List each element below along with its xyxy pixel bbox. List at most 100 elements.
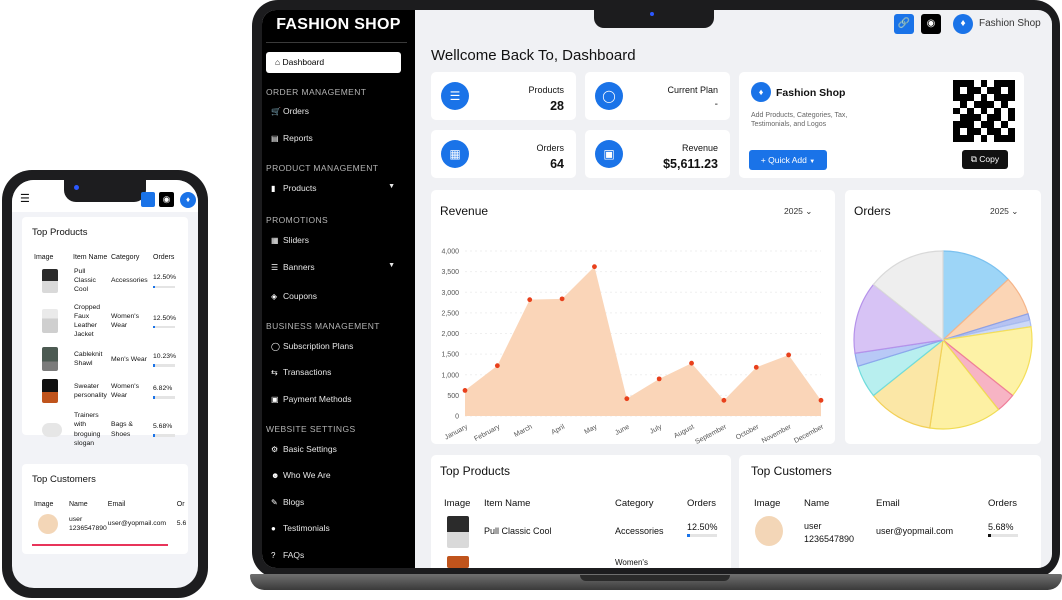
table-row[interactable]: Trainers with broguing slogan Bags & Sho… xyxy=(22,407,188,452)
globe-button[interactable]: ◉ xyxy=(921,14,941,34)
stat-label: Revenue xyxy=(681,143,718,153)
col-header: Name xyxy=(804,498,830,509)
data-point xyxy=(753,364,759,370)
revenue-card: Revenue 2025 ⌄ 0 500 1,000 1,500 2,000 2,500 3… xyxy=(431,190,835,444)
link-button[interactable]: 🔗 xyxy=(894,14,914,34)
orders-bar xyxy=(153,364,175,367)
data-point xyxy=(786,352,792,358)
chevron-down-icon: ▼ xyxy=(388,262,395,269)
chevron-down-icon: ▼ xyxy=(388,183,395,190)
sidebar-item-label: Subscription Plans xyxy=(283,341,354,351)
product-image xyxy=(42,347,58,372)
stat-label: Products xyxy=(528,85,564,95)
sidebar-item-transactions[interactable]: ⇆ Transactions xyxy=(271,367,401,377)
data-point xyxy=(527,297,533,303)
menu-icon[interactable]: ☰ xyxy=(20,192,30,205)
main-content: 🔗 ◉ ♦ Fashion Shop Wellcome Back To, Das… xyxy=(415,10,1052,568)
sidebar-item-who-we-are[interactable]: ☻ Who We Are xyxy=(271,470,401,480)
blog-icon: ✎ xyxy=(271,498,278,507)
table-row[interactable]: Cropped Faux Leather Jacket Women's Wear… xyxy=(22,299,188,344)
data-point xyxy=(721,397,727,403)
gear-icon: ⚙ xyxy=(271,445,279,454)
phone-notch xyxy=(64,180,146,202)
orders-pie-chart xyxy=(853,250,1033,430)
sidebar-item-label: FAQs xyxy=(283,550,305,560)
stat-value: $5,611.23 xyxy=(663,157,718,171)
sidebar-item-label: Who We Are xyxy=(283,470,331,480)
item-name: Cableknit Shawl xyxy=(74,351,103,368)
sidebar-item-products[interactable]: ▮ Products ▼ xyxy=(271,183,401,193)
sidebar-item-label: Basic Settings xyxy=(283,444,337,454)
col-header: Image xyxy=(34,254,54,261)
stat-card-products: ☰ Products 28 xyxy=(431,72,576,120)
sidebar-item-dashboard[interactable]: ⌂ Dashboard xyxy=(266,52,401,73)
top-header: 🔗 ◉ ♦ Fashion Shop xyxy=(415,10,1052,45)
sidebar-item-label: Orders xyxy=(283,106,309,116)
wallet-icon: ▣ xyxy=(271,395,279,404)
stat-card-orders: ▦ Orders 64 xyxy=(431,130,576,178)
tag-icon: ◈ xyxy=(271,292,278,301)
sidebar-item-coupons[interactable]: ◈ Coupons xyxy=(271,291,401,301)
sidebar-item-subscription-plans[interactable]: ◯ Subscription Plans xyxy=(271,341,401,351)
avatar[interactable]: ♦ xyxy=(953,14,973,34)
table-row[interactable]: user 1236547890 user@yopmail.com 5.6 xyxy=(22,510,188,538)
user-name[interactable]: Fashion Shop xyxy=(979,18,1041,29)
item-name: Pull Classic Cool xyxy=(484,526,552,536)
x-tick-label: October xyxy=(735,423,761,441)
sidebar-item-label: Testimonials xyxy=(283,523,330,533)
customer-email: user@yopmail.com xyxy=(107,520,167,528)
orders-bar xyxy=(988,534,1018,537)
x-tick-label: April xyxy=(550,423,566,436)
sidebar-item-blogs[interactable]: ✎ Blogs xyxy=(271,497,401,507)
item-category: Accessories xyxy=(615,526,664,536)
phone-products-table: Image Item Name Category Orders Pull Cla… xyxy=(22,252,188,452)
phone-device: ☰ ◉ ♦ Top Products Image Item Name Categ… xyxy=(2,170,208,598)
sidebar-item-banners[interactable]: ☰ Banners ▼ xyxy=(271,262,401,272)
top-products-card: Top Products Image Item Name Category Or… xyxy=(431,455,731,568)
y-tick-label: 4,000 xyxy=(441,249,459,256)
globe-button[interactable]: ◉ xyxy=(159,192,174,207)
item-name: Trainers with broguing slogan xyxy=(74,412,101,447)
col-header: Image xyxy=(754,498,781,509)
phone-customers-table: Image Name Email Or user 1236547890 user… xyxy=(22,499,188,538)
stat-label: Orders xyxy=(536,143,564,153)
sidebar-item-sliders[interactable]: ▦ Sliders xyxy=(271,235,401,245)
link-button[interactable] xyxy=(141,192,155,207)
copy-button[interactable]: ⧉ Copy xyxy=(962,150,1008,169)
sidebar-item-orders[interactable]: 🛒 Orders xyxy=(271,106,401,116)
list-icon: ☰ xyxy=(271,263,279,272)
data-point xyxy=(656,376,662,382)
table-row[interactable]: Sweater personality Women's Wear 6.82% xyxy=(22,375,188,407)
scroll-indicator[interactable] xyxy=(32,544,168,546)
stat-card-current-plan: ◯ Current Plan - xyxy=(585,72,730,120)
col-header: Orders xyxy=(687,498,717,509)
section-business-management: BUSINESS MANAGEMENT xyxy=(266,321,380,331)
table-row[interactable]: Pull Classic Cool Accessories 12.50% xyxy=(22,263,188,299)
product-image xyxy=(42,308,58,333)
shop-description: Add Products, Categories, Tax, Testimoni… xyxy=(751,112,848,129)
x-tick-label: March xyxy=(513,424,534,439)
orders-bar xyxy=(153,285,175,289)
x-tick-label: September xyxy=(694,423,728,444)
item-orders: 12.50% xyxy=(687,522,718,532)
col-header: Image xyxy=(34,501,54,508)
sidebar-item-testimonials[interactable]: ● Testimonials xyxy=(271,523,401,533)
sidebar-item-label: Payment Methods xyxy=(283,394,352,404)
avatar[interactable]: ♦ xyxy=(180,192,196,208)
table-row[interactable]: Cableknit Shawl Men's Wear 10.23% xyxy=(22,343,188,375)
sidebar-item-reports[interactable]: ▤ Reports xyxy=(271,133,401,143)
x-tick-label: July xyxy=(649,423,664,435)
y-tick-label: 0 xyxy=(455,414,459,421)
brand-logo[interactable]: FASHION SHOP xyxy=(262,10,415,34)
data-point xyxy=(689,360,694,366)
item-category: Women's xyxy=(615,558,648,567)
quick-add-button[interactable]: + Quick Add ▼ xyxy=(749,150,827,170)
customer-orders: 5.6 xyxy=(176,520,187,528)
sidebar-item-basic-settings[interactable]: ⚙ Basic Settings xyxy=(271,444,401,454)
card-title: Top Customers xyxy=(32,474,96,485)
y-tick-label: 1,000 xyxy=(441,372,459,379)
customer-name: user 1236547890 xyxy=(69,515,107,532)
sidebar-item-faqs[interactable]: ? FAQs xyxy=(271,550,401,560)
users-icon: ☻ xyxy=(271,471,280,480)
sidebar-item-payment-methods[interactable]: ▣ Payment Methods xyxy=(271,394,401,404)
